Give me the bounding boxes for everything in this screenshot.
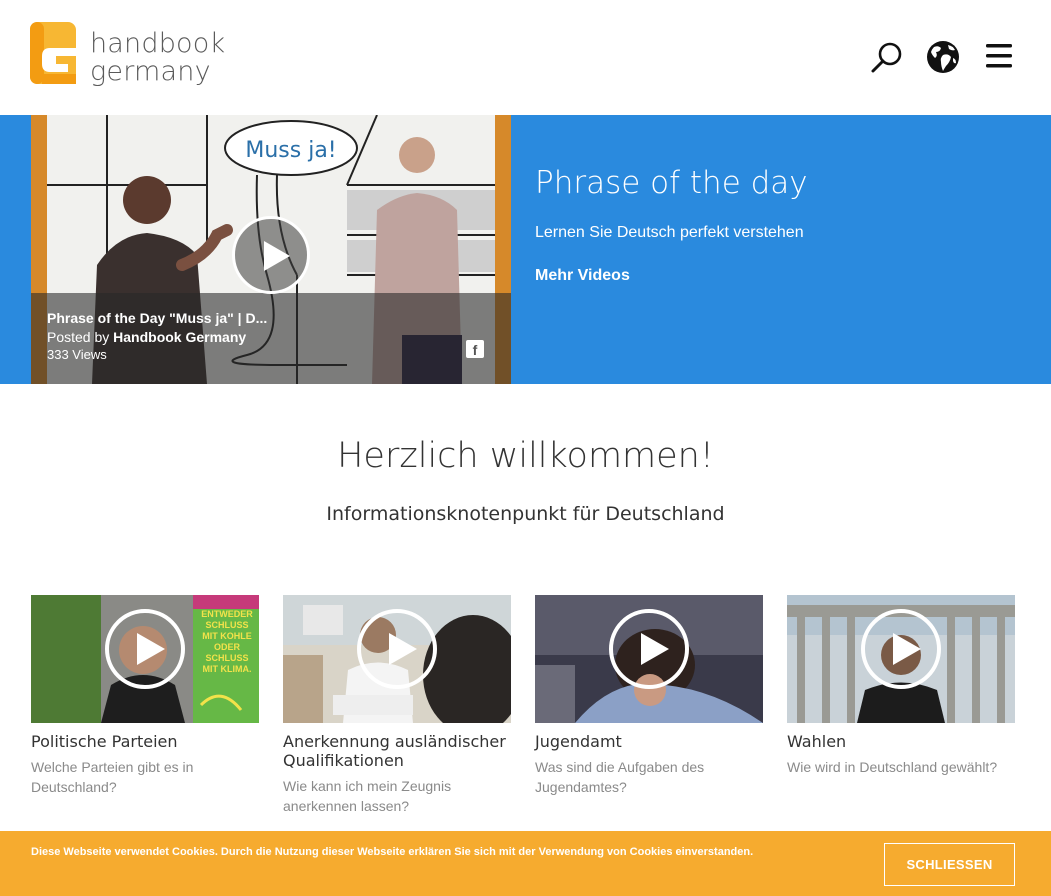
welcome-heading: Herzlich willkommen! bbox=[337, 436, 714, 476]
card-thumbnail[interactable] bbox=[283, 595, 511, 723]
posted-prefix: Posted by bbox=[47, 329, 110, 345]
phrase-of-the-day-hero: Muss ja! Phrase of the Day "Muss ja" | D… bbox=[0, 115, 1051, 384]
hero-title: Phrase of the day bbox=[535, 165, 808, 201]
card-description: Wie kann ich mein Zeugnis anerkennen las… bbox=[283, 778, 452, 814]
logo-line-1: handbook bbox=[90, 28, 226, 59]
language-button[interactable] bbox=[926, 40, 960, 74]
card-thumbnail[interactable] bbox=[787, 595, 1015, 723]
hero-video-player[interactable]: Muss ja! Phrase of the Day "Muss ja" | D… bbox=[31, 115, 511, 384]
poster-line-1: ENTWEDER bbox=[201, 609, 253, 619]
play-icon[interactable] bbox=[232, 216, 310, 294]
poster-line-4: ODER bbox=[214, 642, 241, 652]
card-title[interactable]: Politische Parteien bbox=[31, 732, 259, 751]
card-description: Was sind die Aufgaben des Jugendamtes? bbox=[535, 759, 705, 795]
logo-wordmark: handbook germany bbox=[90, 30, 225, 86]
more-videos-link[interactable]: Mehr Videos bbox=[535, 267, 630, 285]
play-icon[interactable] bbox=[609, 609, 689, 689]
site-logo[interactable]: handbook germany bbox=[30, 22, 240, 92]
poster-line-5: SCHLUSS bbox=[205, 653, 248, 663]
poster-line-3: MIT KOHLE bbox=[202, 631, 252, 641]
cookie-close-button[interactable]: SCHLIESSEN bbox=[884, 843, 1015, 886]
poster-line-2: SCHLUSS bbox=[205, 620, 248, 630]
cookie-banner: Diese Webseite verwendet Cookies. Durch … bbox=[0, 831, 1051, 896]
hamburger-menu-icon bbox=[986, 44, 1012, 68]
card-description: Welche Parteien gibt es in Deutschland? bbox=[31, 759, 194, 795]
card-thumbnail[interactable] bbox=[535, 595, 763, 723]
hero-subtitle: Lernen Sie Deutsch perfekt verstehen bbox=[535, 224, 804, 241]
speech-bubble-text: Muss ja! bbox=[245, 138, 336, 163]
poster-line-6: MIT KLIMA. bbox=[203, 664, 252, 674]
site-header: handbook germany bbox=[0, 0, 1051, 115]
card-title[interactable]: Jugendamt bbox=[535, 732, 763, 751]
card-title[interactable]: Anerkennung ausländischer Qualifikatione… bbox=[283, 732, 511, 770]
card-description: Wie wird in Deutschland gewählt? bbox=[787, 759, 998, 775]
video-card-jugendamt[interactable]: Jugendamt Was sind die Aufgaben des Juge… bbox=[535, 595, 763, 797]
facebook-icon[interactable]: f bbox=[466, 340, 484, 358]
globe-icon bbox=[927, 41, 959, 73]
menu-button[interactable] bbox=[983, 40, 1017, 74]
video-card-wahlen[interactable]: Wahlen Wie wird in Deutschland gewählt? bbox=[787, 595, 1015, 778]
handbook-g-logo-icon bbox=[30, 22, 76, 84]
video-views: 333 Views bbox=[47, 347, 107, 362]
search-button[interactable] bbox=[870, 40, 904, 74]
cookie-notice-text: Diese Webseite verwendet Cookies. Durch … bbox=[31, 846, 754, 858]
video-card-politische-parteien[interactable]: ENTWEDER SCHLUSS MIT KOHLE ODER SCHLUSS … bbox=[31, 595, 259, 797]
video-posted-by: Posted by Handbook Germany bbox=[47, 329, 246, 345]
card-thumbnail[interactable]: ENTWEDER SCHLUSS MIT KOHLE ODER SCHLUSS … bbox=[31, 595, 259, 723]
search-icon bbox=[871, 42, 902, 73]
channel-name[interactable]: Handbook Germany bbox=[113, 329, 246, 345]
play-icon[interactable] bbox=[357, 609, 437, 689]
play-icon[interactable] bbox=[861, 609, 941, 689]
card-title[interactable]: Wahlen bbox=[787, 732, 1015, 751]
play-icon[interactable] bbox=[105, 609, 185, 689]
logo-line-2: germany bbox=[90, 56, 211, 87]
video-card-anerkennung[interactable]: Anerkennung ausländischer Qualifikatione… bbox=[283, 595, 511, 816]
welcome-subheading: Informationsknotenpunkt für Deutschland bbox=[326, 503, 725, 525]
video-title[interactable]: Phrase of the Day "Muss ja" | D... bbox=[47, 310, 287, 326]
